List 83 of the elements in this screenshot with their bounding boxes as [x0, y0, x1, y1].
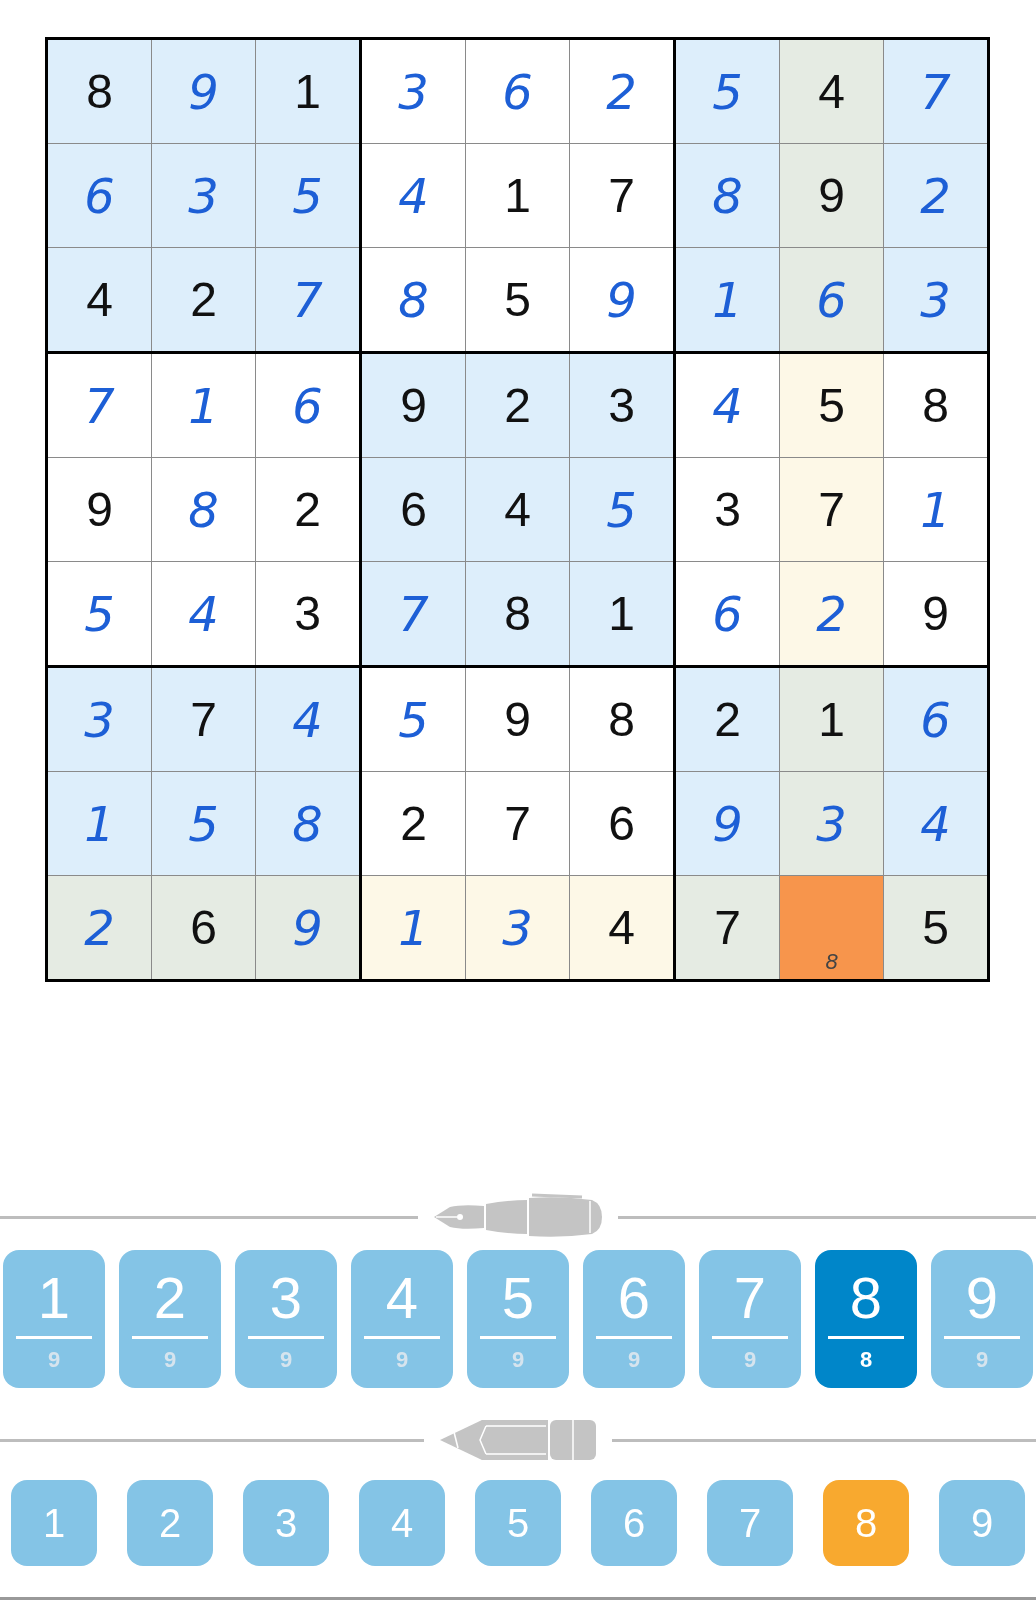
sudoku-cell[interactable]: 1: [152, 354, 255, 457]
sudoku-cell[interactable]: 3: [780, 772, 883, 875]
sudoku-cell[interactable]: 7: [256, 248, 359, 351]
sudoku-cell[interactable]: 4: [256, 668, 359, 771]
sudoku-cell[interactable]: 1: [780, 668, 883, 771]
sudoku-cell[interactable]: 6: [884, 668, 987, 771]
sudoku-cell[interactable]: 5: [676, 40, 779, 143]
sudoku-cell[interactable]: 5: [256, 144, 359, 247]
sudoku-cell[interactable]: 8: [570, 668, 673, 771]
sudoku-cell[interactable]: 8: [676, 144, 779, 247]
sudoku-cell[interactable]: 1: [676, 248, 779, 351]
sudoku-cell[interactable]: 9: [466, 668, 569, 771]
sudoku-cell[interactable]: 5: [780, 354, 883, 457]
sudoku-cell[interactable]: 9: [676, 772, 779, 875]
sudoku-cell[interactable]: 2: [676, 668, 779, 771]
sudoku-cell[interactable]: 1: [570, 562, 673, 665]
sudoku-cell[interactable]: 8: [780, 876, 883, 979]
sudoku-cell[interactable]: 8: [362, 248, 465, 351]
sudoku-cell[interactable]: 3: [48, 668, 151, 771]
sudoku-cell[interactable]: 3: [676, 458, 779, 561]
sudoku-cell[interactable]: 2: [48, 876, 151, 979]
sudoku-cell[interactable]: 9: [780, 144, 883, 247]
sudoku-cell[interactable]: 7: [152, 668, 255, 771]
sudoku-cell[interactable]: 6: [780, 248, 883, 351]
sudoku-cell[interactable]: 4: [152, 562, 255, 665]
sudoku-cell[interactable]: 8: [152, 458, 255, 561]
sudoku-cell[interactable]: 9: [152, 40, 255, 143]
sudoku-cell[interactable]: 2: [256, 458, 359, 561]
pencil-icon: [438, 1418, 598, 1462]
sudoku-cell[interactable]: 3: [362, 40, 465, 143]
sudoku-cell[interactable]: 3: [152, 144, 255, 247]
sudoku-cell[interactable]: 9: [570, 248, 673, 351]
sudoku-cell[interactable]: 6: [362, 458, 465, 561]
sudoku-cell[interactable]: 1: [466, 144, 569, 247]
sudoku-cell[interactable]: 4: [362, 144, 465, 247]
sudoku-cell[interactable]: 5: [362, 668, 465, 771]
sudoku-cell[interactable]: 5: [48, 562, 151, 665]
sudoku-cell[interactable]: 3: [884, 248, 987, 351]
sudoku-cell[interactable]: 6: [256, 354, 359, 457]
sudoku-cell[interactable]: 6: [466, 40, 569, 143]
sudoku-cell[interactable]: 3: [256, 562, 359, 665]
number-key[interactable]: 8 8: [815, 1250, 917, 1388]
sudoku-cell[interactable]: 2: [362, 772, 465, 875]
sudoku-cell[interactable]: 5: [884, 876, 987, 979]
sudoku-cell[interactable]: 9: [48, 458, 151, 561]
sudoku-cell[interactable]: 4: [570, 876, 673, 979]
sudoku-cell[interactable]: 4: [466, 458, 569, 561]
sudoku-cell[interactable]: 8: [48, 40, 151, 143]
sudoku-cell[interactable]: 8: [466, 562, 569, 665]
sudoku-cell[interactable]: 2: [152, 248, 255, 351]
sudoku-cell[interactable]: 5: [570, 458, 673, 561]
sudoku-cell[interactable]: 3: [466, 876, 569, 979]
sudoku-cell[interactable]: 8: [884, 354, 987, 457]
sudoku-cell[interactable]: 7: [780, 458, 883, 561]
sudoku-cell[interactable]: 4: [884, 772, 987, 875]
sudoku-cell[interactable]: 9: [884, 562, 987, 665]
sudoku-cell[interactable]: 2: [884, 144, 987, 247]
sudoku-cell[interactable]: 2: [570, 40, 673, 143]
sudoku-cell[interactable]: 2: [466, 354, 569, 457]
sudoku-cell[interactable]: 1: [48, 772, 151, 875]
sudoku-cell[interactable]: 6: [152, 876, 255, 979]
sudoku-cell[interactable]: 5: [466, 248, 569, 351]
sudoku-cell[interactable]: 9: [362, 354, 465, 457]
sudoku-cell[interactable]: 7: [570, 144, 673, 247]
sudoku-cell[interactable]: 6: [48, 144, 151, 247]
sudoku-cell[interactable]: 3: [570, 354, 673, 457]
sudoku-cell[interactable]: 8: [256, 772, 359, 875]
sudoku-cell[interactable]: 4: [48, 248, 151, 351]
sudoku-cell[interactable]: 9: [256, 876, 359, 979]
sudoku-cell[interactable]: 7: [466, 772, 569, 875]
sudoku-cell[interactable]: 6: [676, 562, 779, 665]
sudoku-cell[interactable]: 5: [152, 772, 255, 875]
sudoku-cell[interactable]: 6: [570, 772, 673, 875]
sudoku-cell[interactable]: 7: [884, 40, 987, 143]
sudoku-cell[interactable]: 4: [676, 354, 779, 457]
sudoku-cell[interactable]: 7: [676, 876, 779, 979]
sudoku-cell[interactable]: 7: [362, 562, 465, 665]
sudoku-cell[interactable]: 1: [362, 876, 465, 979]
sudoku-cell[interactable]: 1: [884, 458, 987, 561]
sudoku-cell[interactable]: 1: [256, 40, 359, 143]
sudoku-cell[interactable]: 2: [780, 562, 883, 665]
sudoku-cell[interactable]: 4: [780, 40, 883, 143]
sudoku-cell[interactable]: 7: [48, 354, 151, 457]
